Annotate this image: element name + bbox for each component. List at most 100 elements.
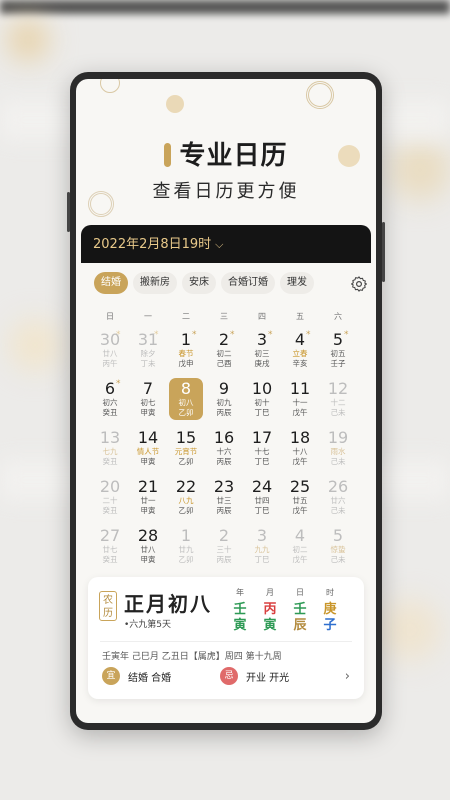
day-number: 1 — [180, 330, 192, 349]
calendar-day[interactable]: 24 廿四 丁巳 — [243, 478, 281, 527]
calendar-day[interactable]: 14 情人节 甲寅 — [129, 429, 167, 478]
chevron-down-icon: ⌵ — [215, 238, 224, 251]
calendar-day[interactable]: 28 廿八 甲寅 — [129, 527, 167, 576]
calendar-week-row: 13 七九 癸丑 14 情人节 甲寅 15 元宵节 乙卯 16 十六 丙辰 17 十七 丁巳 18 十八 戊午 19… — [91, 429, 371, 478]
calendar-day[interactable]: 1 春节 戊申 * — [167, 330, 205, 380]
auspicious-star-icon: * — [154, 330, 159, 340]
day-number: 8 — [180, 379, 192, 398]
lunar-day: 十一 — [292, 398, 308, 407]
ganzhi-branch: 寅 — [263, 618, 277, 633]
yi-text: 结婚 合婚 — [128, 672, 172, 684]
lunar-day: 初二 — [292, 545, 308, 554]
decor-blob — [8, 20, 48, 60]
calendar-day[interactable]: 15 元宵节 乙卯 — [167, 429, 205, 478]
gear-icon[interactable] — [350, 275, 368, 293]
ganzhi-stem: 丙 — [263, 602, 277, 617]
tab-3[interactable]: 合婚订婚 — [221, 272, 275, 294]
date-selector[interactable]: 2022年2月8日19时 ⌵ — [81, 225, 371, 263]
calendar-day[interactable]: 3 九九 丁巳 — [243, 527, 281, 576]
ganzhi-day: 癸丑 — [102, 555, 118, 564]
calendar-day[interactable]: 12 十二 己未 — [319, 380, 357, 429]
calendar-day[interactable]: 18 十八 戊午 — [281, 429, 319, 478]
lunar-day: 初五 — [330, 349, 346, 358]
calendar-day[interactable]: 30 廿八 丙午 * — [91, 330, 129, 380]
ganzhi-day: 戊午 — [292, 555, 308, 564]
tab-0[interactable]: 结婚 — [94, 272, 128, 294]
tab-4[interactable]: 理发 — [280, 272, 314, 294]
calendar-day[interactable]: 19 雨水 己未 — [319, 429, 357, 478]
ganzhi-column: 年壬寅 — [230, 587, 250, 634]
calendar-day[interactable]: 2 三十 丙辰 — [205, 527, 243, 576]
auspicious-star-icon: * — [306, 330, 311, 340]
lunar-day: 八九 — [178, 496, 194, 505]
calendar-day[interactable]: 22 八九 乙卯 — [167, 478, 205, 527]
calendar-day[interactable]: 7 初七 甲寅 — [129, 380, 167, 429]
decor-blob — [390, 140, 450, 200]
lunar-day: 廿五 — [292, 496, 308, 505]
day-number: 4 — [294, 330, 306, 349]
ganzhi-branch: 子 — [323, 618, 337, 633]
ganzhi-day: 乙卯 — [178, 408, 194, 417]
calendar-week-row: 27 廿七 癸丑 28 廿八 甲寅 1 廿九 乙卯 2 三十 丙辰 3 九九 丁巳 4 初二 戊午 5 惊蛰 己未 — [91, 527, 371, 576]
calendar-day[interactable]: 4 初二 戊午 — [281, 527, 319, 576]
activity-tabs: 结婚 搬新房 安床 合婚订婚 理发 — [81, 269, 371, 297]
lunar-day: 廿一 — [140, 496, 156, 505]
day-number: 5 — [332, 526, 344, 545]
day-number: 6 — [104, 379, 116, 398]
calendar-week-row: 20 二十 癸丑 21 廿一 甲寅 22 八九 乙卯 23 廿三 丙辰 24 廿四 丁巳 25 廿五 戊午 26 廿六… — [91, 478, 371, 527]
app-screen: 专业日历 查看日历更方便 2022年2月8日19时 ⌵ 结婚 搬新房 安床 合婚订婚 理发… — [76, 79, 376, 723]
ganzhi-column: 时庚子 — [320, 587, 340, 634]
calendar-day[interactable]: 5 初五 壬子 * — [319, 330, 357, 380]
calendar-day[interactable]: 25 廿五 戊午 — [281, 478, 319, 527]
weekday-label: 五 — [296, 312, 304, 321]
page-title-text: 专业日历 — [179, 141, 288, 171]
auspicious-star-icon: * — [116, 379, 121, 389]
calendar-day[interactable]: 23 廿三 丙辰 — [205, 478, 243, 527]
calendar-day[interactable]: 26 廿六 己未 — [319, 478, 357, 527]
lunar-day: 情人节 — [136, 447, 160, 456]
calendar-day[interactable]: 17 十七 丁巳 — [243, 429, 281, 478]
calendar-day[interactable]: 16 十六 丙辰 — [205, 429, 243, 478]
lunar-day: 初九 — [216, 398, 232, 407]
calendar-day[interactable]: 27 廿七 癸丑 — [91, 527, 129, 576]
calendar-day[interactable]: 20 二十 癸丑 — [91, 478, 129, 527]
weekday-header: 日一二三四五六 — [81, 311, 371, 322]
calendar-day[interactable]: 21 廿一 甲寅 — [129, 478, 167, 527]
chevron-right-icon[interactable]: › — [345, 669, 350, 684]
lunar-day: 二十 — [102, 496, 118, 505]
calendar-day[interactable]: 2 初二 己酉 * — [205, 330, 243, 380]
weekday-label: 四 — [258, 312, 266, 321]
calendar-day-selected[interactable]: 8 初八 乙卯 — [167, 378, 205, 429]
tab-2[interactable]: 安床 — [182, 272, 216, 294]
ganzhi-day: 甲寅 — [140, 555, 156, 564]
decor-blob — [10, 320, 60, 370]
calendar-day[interactable]: 13 七九 癸丑 — [91, 429, 129, 478]
lunar-date: 正月初八 — [124, 592, 212, 616]
tab-1[interactable]: 搬新房 — [133, 272, 177, 294]
calendar-day[interactable]: 6 初六 癸丑 * — [91, 379, 129, 429]
ganzhi-column: 日壬辰 — [290, 587, 310, 634]
decor-circle — [100, 79, 120, 93]
calendar-day[interactable]: 3 初三 庚戌 * — [243, 330, 281, 380]
decor-blob — [380, 600, 440, 660]
day-number: 30 — [99, 330, 121, 349]
calendar-day[interactable]: 31 除夕 丁未 * — [129, 330, 167, 380]
lunar-day: 初十 — [254, 398, 270, 407]
ganzhi-head: 月 — [266, 588, 274, 597]
ganzhi-day: 乙卯 — [178, 457, 194, 466]
ganzhi-day: 丙辰 — [216, 457, 232, 466]
calendar-day[interactable]: 10 初十 丁巳 — [243, 380, 281, 429]
calendar-day[interactable]: 4 立春 辛亥 * — [281, 330, 319, 380]
divider — [100, 641, 352, 642]
day-number: 23 — [213, 477, 235, 496]
lunar-day: 元宵节 — [174, 447, 198, 456]
lunar-info-card[interactable]: 农历 正月初八 •六九第5天 年壬寅月丙寅日壬辰时庚子 壬寅年 己巳月 乙丑日【… — [88, 577, 364, 699]
calendar-day[interactable]: 9 初九 丙辰 — [205, 380, 243, 429]
day-number: 20 — [99, 477, 121, 496]
calendar-day[interactable]: 5 惊蛰 己未 — [319, 527, 357, 576]
ganzhi-day: 癸丑 — [102, 457, 118, 466]
calendar-day[interactable]: 11 十一 戊午 — [281, 380, 319, 429]
calendar-day[interactable]: 1 廿九 乙卯 — [167, 527, 205, 576]
auspicious-star-icon: * — [344, 330, 349, 340]
day-number: 10 — [251, 379, 273, 398]
